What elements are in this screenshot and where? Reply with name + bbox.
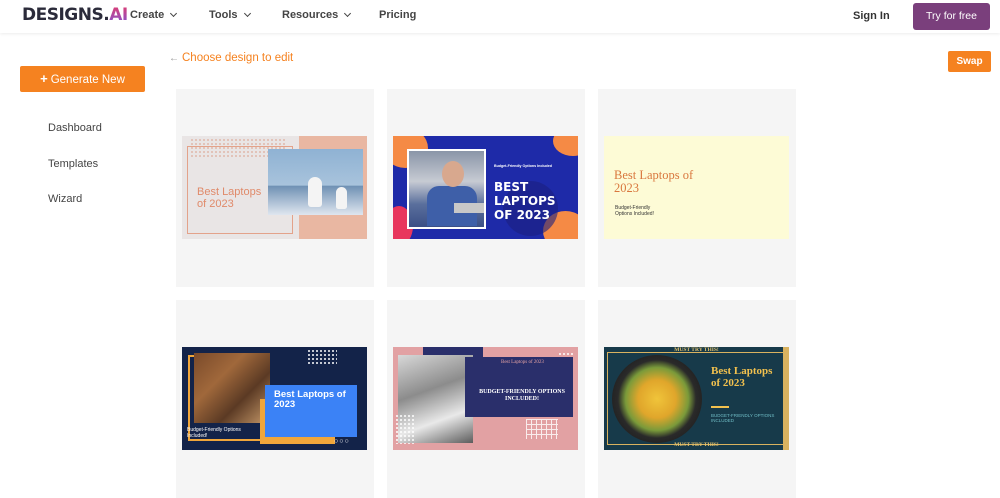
decor-blob [553,136,578,156]
design-subtitle: Best Laptops of 2023 [501,360,544,365]
person-shape [308,177,322,207]
design-thumbnail: Best Laptops of 2023 Budget-Friendly Opt… [604,136,789,239]
design-title: BEST LAPTOPS OF 2023 [494,180,556,222]
title-box [465,357,573,417]
desk-photo [194,353,270,423]
design-subtitle: BUDGET-FRIENDLY OPTIONS INCLUDED [711,413,775,423]
photo-shape [442,161,464,187]
design-title: BUDGET-FRIENDLY OPTIONS INCLUDED! [479,389,565,402]
yoga-photo [268,149,363,215]
nav-resources[interactable]: Resources [282,9,352,21]
logo-text: DESIGNS. [22,5,110,25]
decor-bar [783,347,789,450]
generate-new-label: Generate New [50,74,125,86]
decor-line [711,406,729,408]
food-plate-photo [612,355,702,443]
top-nav: DESIGNS.AI Create Tools Resources Pricin… [0,0,1000,33]
sidebar-item-templates[interactable]: Templates [48,158,98,170]
sign-in-link[interactable]: Sign In [853,10,890,22]
nav-tools[interactable]: Tools [209,9,251,21]
design-card-4[interactable]: Best Laptops of 2023 Budget-Friendly Opt… [176,300,374,498]
design-title: Best Laptops of 2023 [711,365,773,389]
decor-grid [526,419,558,439]
person-shape [336,187,347,209]
generate-new-button[interactable]: + Generate New [20,66,145,92]
man-laptop-photo [407,149,486,229]
arrow-left-icon: ← [169,53,179,64]
try-for-free-button[interactable]: Try for free [913,3,990,30]
design-title: Best Laptops of 2023 [197,186,262,210]
logo-ai: AI [109,5,128,25]
chevron-down-icon [243,9,251,18]
design-thumbnail: Best Laptops of 2023 Budget-Friendly Opt… [182,347,367,450]
decor-circles: ○○○ [334,438,350,445]
chevron-down-icon [170,9,178,18]
swap-button[interactable]: Swap [948,51,991,72]
back-label: Choose design to edit [182,52,294,64]
nav-pricing[interactable]: Pricing [379,9,416,21]
design-subtitle: Budget-Friendly Options Included! [187,427,241,439]
sidebar-item-wizard[interactable]: Wizard [48,193,82,205]
design-card-3[interactable]: Best Laptops of 2023 Budget-Friendly Opt… [598,89,796,287]
nav-create-label: Create [130,9,165,21]
logo[interactable]: DESIGNS.AI [22,5,128,25]
design-card-2[interactable]: Budget-Friendly Options Included BEST LA… [387,89,585,287]
design-thumbnail: Best Laptops of 2023 [182,136,367,239]
design-thumbnail: Budget-Friendly Options Included BEST LA… [393,136,578,239]
design-tagline-bottom: MUST TRY THIS! [674,442,719,448]
photo-shape [454,203,484,213]
nav-resources-label: Resources [282,9,339,21]
design-thumbnail: Best Laptops of 2023 BUDGET-FRIENDLY OPT… [393,347,578,450]
design-title: Best Laptops of 2023 [274,389,346,410]
nav-tools-label: Tools [209,9,238,21]
design-tagline-top: MUST TRY THIS! [674,347,719,353]
design-subtitle: Budget-Friendly Options Included [494,164,552,168]
decor-dots [307,349,337,365]
nav-create[interactable]: Create [130,9,178,21]
back-link[interactable]: ← Choose design to edit [169,52,293,64]
plus-icon: + [40,71,48,86]
sidebar-item-dashboard[interactable]: Dashboard [48,122,102,134]
design-thumbnail: MUST TRY THIS! Best Laptops of 2023 BUDG… [604,347,789,450]
design-subtitle: Budget-Friendly Options Included! [615,205,654,217]
design-title: Best Laptops of 2023 [614,168,694,195]
chevron-down-icon [344,9,352,18]
decor-dots [395,414,415,444]
design-card-1[interactable]: Best Laptops of 2023 [176,89,374,287]
design-card-6[interactable]: MUST TRY THIS! Best Laptops of 2023 BUDG… [598,300,796,498]
design-card-5[interactable]: Best Laptops of 2023 BUDGET-FRIENDLY OPT… [387,300,585,498]
nav-pricing-label: Pricing [379,9,417,21]
